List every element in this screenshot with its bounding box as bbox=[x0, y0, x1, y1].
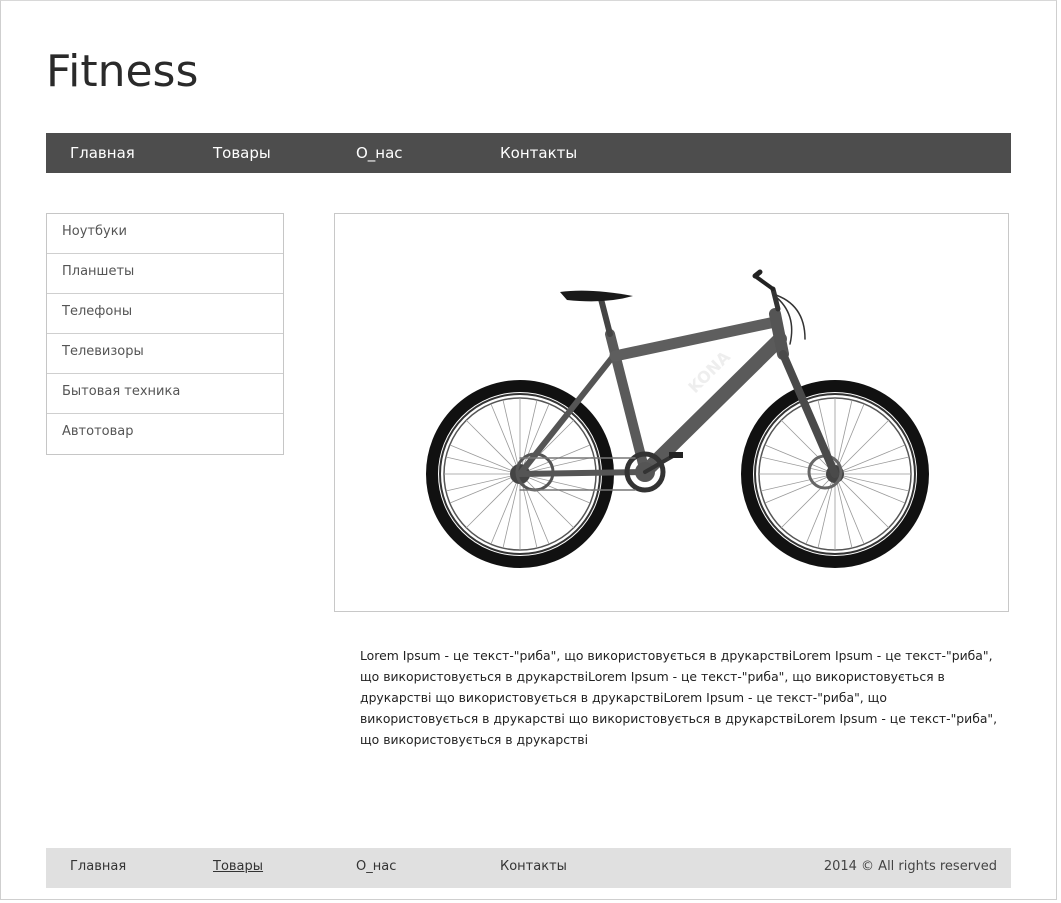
mountain-bike-image: KONA bbox=[426, 269, 929, 568]
footer: Главная Товары О_нас Контакты 2014 © All… bbox=[46, 848, 1011, 888]
footer-item-products[interactable]: Товары bbox=[213, 848, 263, 888]
sidebar-item-phones[interactable]: Телефоны bbox=[47, 294, 283, 334]
nav-item-contacts[interactable]: Контакты bbox=[500, 133, 577, 173]
footer-item-home[interactable]: Главная bbox=[70, 848, 126, 888]
nav-item-home[interactable]: Главная bbox=[70, 133, 135, 173]
sidebar-item-auto[interactable]: Автотовар bbox=[47, 414, 283, 454]
footer-item-contacts[interactable]: Контакты bbox=[500, 848, 567, 888]
site-logo[interactable]: Fitness bbox=[46, 44, 198, 100]
sidebar-item-tablets[interactable]: Планшеты bbox=[47, 254, 283, 294]
copyright-text: 2014 © All rights reserved bbox=[823, 859, 997, 874]
product-image-frame: KONA bbox=[334, 213, 1009, 612]
nav-item-products[interactable]: Товары bbox=[213, 133, 271, 173]
nav-item-about[interactable]: О_нас bbox=[356, 133, 403, 173]
sidebar-item-tvs[interactable]: Телевизоры bbox=[47, 334, 283, 374]
category-sidebar: Ноутбуки Планшеты Телефоны Телевизоры Бы… bbox=[46, 213, 284, 455]
main-nav: Главная Товары О_нас Контакты bbox=[46, 133, 1011, 173]
bike-frame: KONA bbox=[517, 269, 839, 493]
sidebar-item-appliances[interactable]: Бытовая техника bbox=[47, 374, 283, 414]
product-description: Lorem Ipsum - це текст-"риба", що викори… bbox=[360, 648, 998, 747]
sidebar-item-laptops[interactable]: Ноутбуки bbox=[47, 214, 283, 254]
footer-item-about[interactable]: О_нас bbox=[356, 848, 396, 888]
